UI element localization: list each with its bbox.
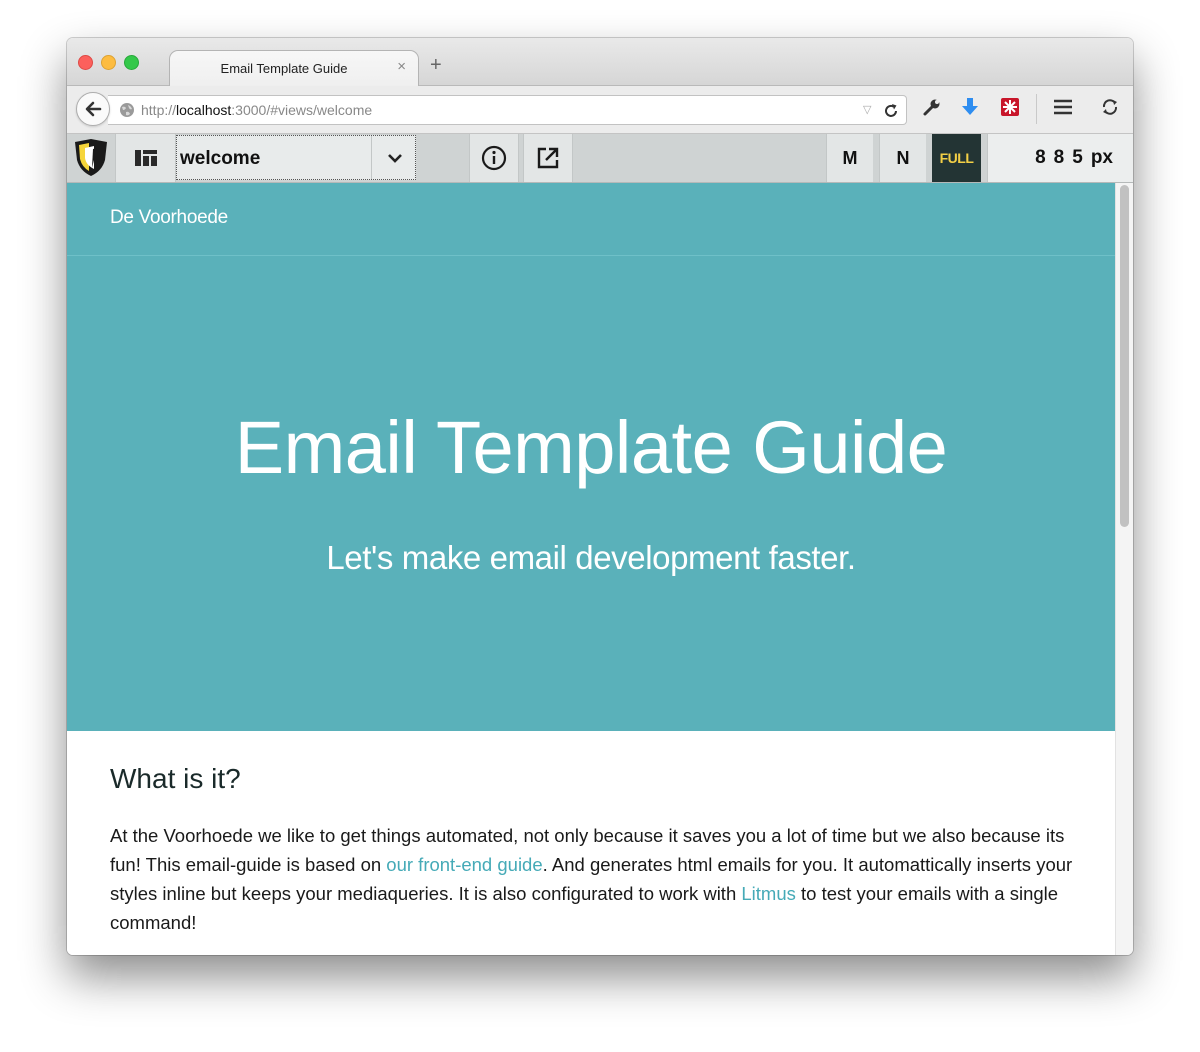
sync-icon[interactable] <box>1100 97 1120 117</box>
view-select-dropdown[interactable] <box>371 136 417 179</box>
vertical-scrollbar[interactable] <box>1115 183 1133 955</box>
scrollbar-thumb[interactable] <box>1120 185 1129 527</box>
wrench-icon[interactable] <box>922 97 942 117</box>
addon-red-icon[interactable] <box>1000 97 1020 117</box>
info-button[interactable] <box>469 134 519 182</box>
window-close-button[interactable] <box>78 55 93 70</box>
tab-bar: Email Template Guide × + <box>67 38 1133 87</box>
hamburger-menu-icon[interactable] <box>1053 97 1073 117</box>
brand-link[interactable]: De Voorhoede <box>110 207 228 229</box>
size-m-button[interactable]: M <box>826 134 873 182</box>
front-end-guide-link[interactable]: our front-end guide <box>386 854 542 875</box>
open-external-button[interactable] <box>523 134 573 182</box>
view-select[interactable]: welcome <box>176 135 416 180</box>
window-maximize-button[interactable] <box>124 55 139 70</box>
tab-email-template-guide[interactable]: Email Template Guide × <box>169 50 419 87</box>
new-tab-button[interactable]: + <box>430 55 442 75</box>
external-link-icon <box>537 147 559 169</box>
window-minimize-button[interactable] <box>101 55 116 70</box>
layout-toggle-button[interactable] <box>115 134 176 182</box>
hero-title: Email Template Guide <box>234 406 948 489</box>
layout-grid-icon <box>135 150 157 166</box>
page-content: De Voorhoede Email Template Guide Let's … <box>67 183 1115 955</box>
size-n-button[interactable]: N <box>879 134 926 182</box>
shield-logo-icon[interactable] <box>72 138 110 178</box>
tab-close-icon[interactable]: × <box>397 58 406 75</box>
intro-paragraph: At the Voorhoede we like to get things a… <box>110 825 1073 933</box>
info-icon <box>481 145 507 171</box>
url-text: http://localhost:3000/#views/welcome <box>141 102 373 118</box>
reload-icon[interactable] <box>882 102 900 120</box>
width-unit: px <box>1090 147 1113 168</box>
globe-icon <box>120 103 134 117</box>
browser-window: Email Template Guide × + http://localhos… <box>67 38 1133 955</box>
litmus-link[interactable]: Litmus <box>741 883 796 904</box>
hero-divider <box>67 255 1115 256</box>
back-button[interactable] <box>76 92 110 126</box>
hero-subtitle: Let's make email development faster. <box>326 539 856 576</box>
tab-title: Email Template Guide <box>220 61 348 76</box>
width-readout[interactable]: 885 px <box>987 134 1133 182</box>
back-arrow-icon <box>85 101 102 117</box>
view-select-value: welcome <box>180 148 261 169</box>
toolbar-separator <box>1036 94 1037 124</box>
guide-toolbar: welcome M N FULL 885 px <box>67 134 1133 183</box>
download-arrow-icon[interactable] <box>960 96 980 118</box>
size-full-button[interactable]: FULL <box>932 134 981 182</box>
dropdown-triangle-icon[interactable]: ▽ <box>863 103 871 116</box>
width-value: 885 <box>1035 147 1091 168</box>
chevron-down-icon <box>387 153 402 163</box>
hero-section: De Voorhoede Email Template Guide Let's … <box>67 183 1115 731</box>
section-title: What is it? <box>110 763 241 794</box>
url-bar[interactable]: http://localhost:3000/#views/welcome ▽ <box>108 95 907 125</box>
navigation-bar: http://localhost:3000/#views/welcome ▽ <box>67 86 1133 134</box>
